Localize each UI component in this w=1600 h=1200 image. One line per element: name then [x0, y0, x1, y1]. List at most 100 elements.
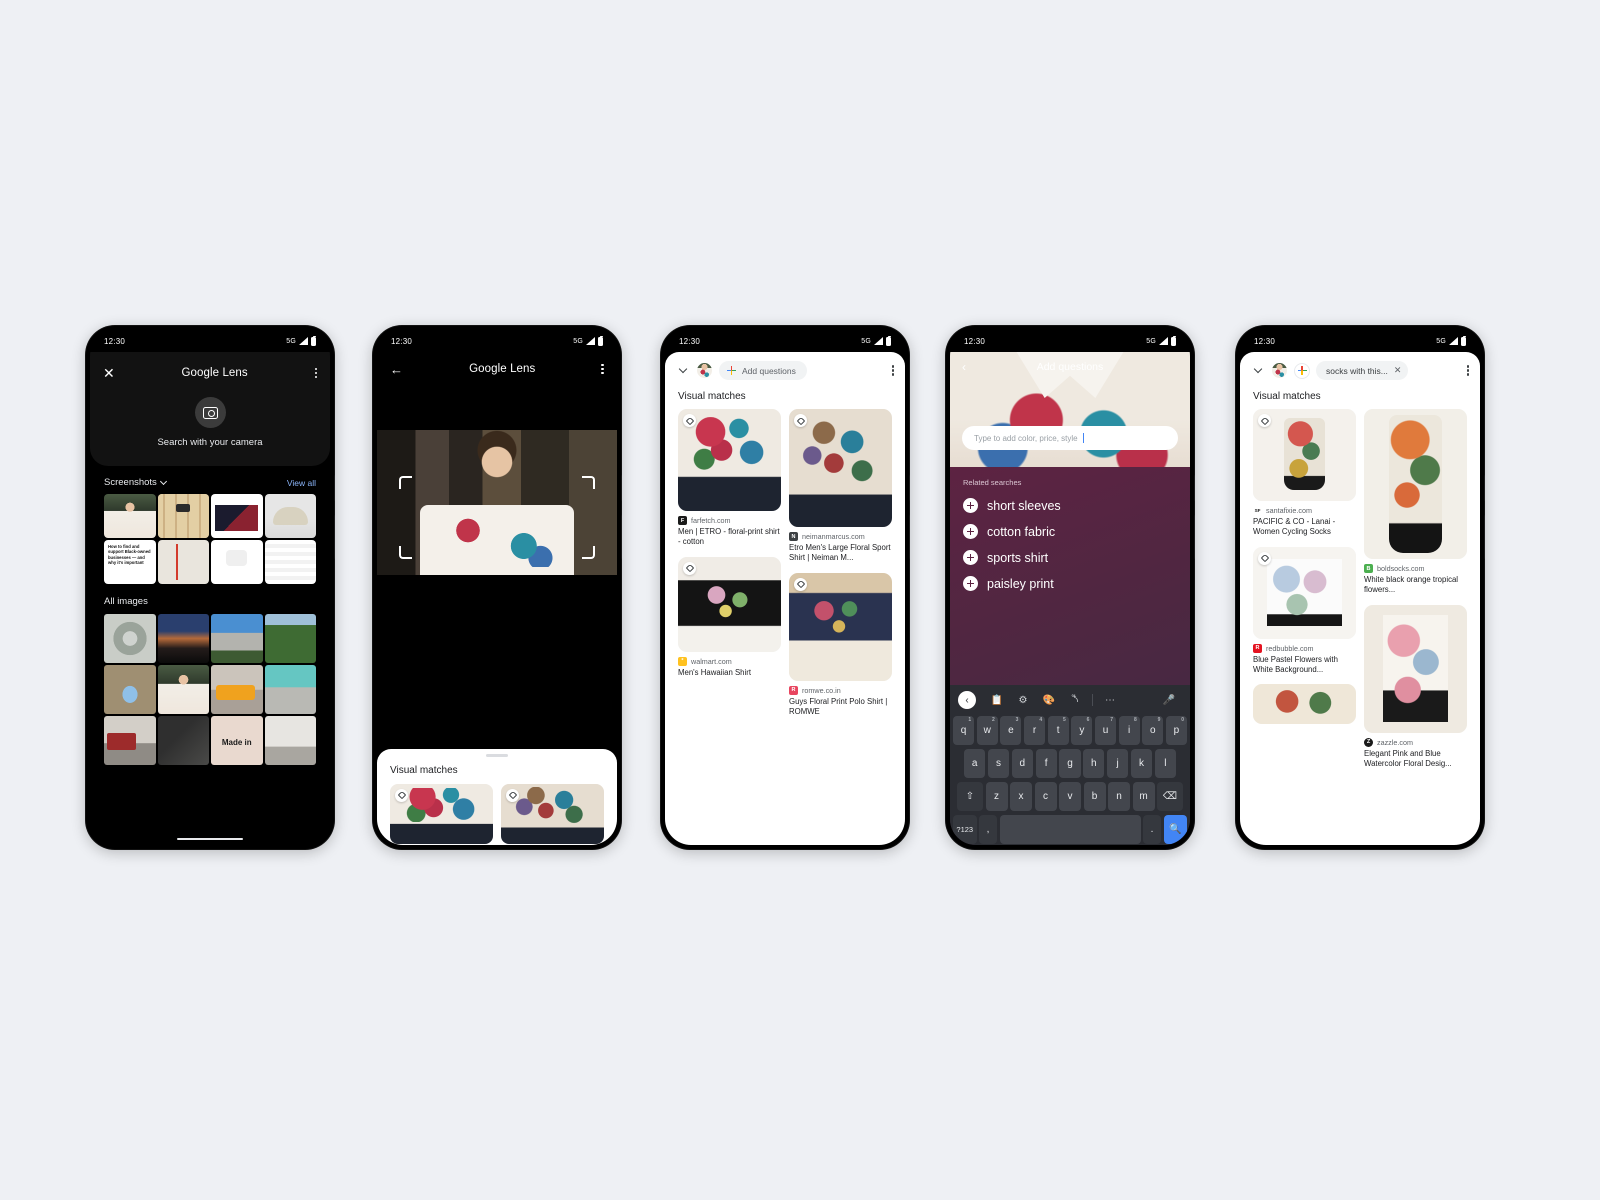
period-key[interactable]: .: [1143, 815, 1161, 844]
result-image[interactable]: [789, 572, 892, 681]
key-g[interactable]: g: [1059, 749, 1081, 778]
source-image-thumbnail[interactable]: [696, 362, 713, 379]
home-indicator[interactable]: [177, 837, 243, 840]
image-thumb-glacier-ice[interactable]: [264, 665, 316, 714]
image-thumb-floral-shirt-portrait[interactable]: [157, 665, 209, 714]
close-icon[interactable]: ✕: [1394, 366, 1402, 375]
result-image[interactable]: [1253, 546, 1356, 639]
result-card[interactable]: R romwe.co.in Guys Floral Print Polo Shi…: [789, 572, 892, 718]
result-title[interactable]: PACIFIC & CO - Lanai - Women Cycling Soc…: [1253, 517, 1356, 538]
key-q[interactable]: 1q: [952, 716, 975, 745]
comma-key[interactable]: ,: [979, 815, 997, 844]
result-title[interactable]: Etro Men's Large Floral Sport Shirt | Ne…: [789, 543, 892, 564]
on-screen-keyboard[interactable]: ‹ 📋 ⚙ 🎨 ⯲ ⋯ 🎤 1q 2w 3e 4r 5t 6y 7 u 8 i …: [950, 685, 1190, 845]
image-thumb-storefront[interactable]: [264, 716, 316, 765]
key-y[interactable]: 6y: [1071, 716, 1093, 745]
result-title[interactable]: White black orange tropical flowers...: [1364, 575, 1467, 596]
microphone-icon[interactable]: 🎤: [1156, 690, 1182, 710]
backspace-icon[interactable]: ⌫: [1157, 782, 1183, 811]
key-n[interactable]: n: [1108, 782, 1130, 811]
key-e[interactable]: 3e: [1000, 716, 1022, 745]
key-s[interactable]: s: [987, 749, 1010, 778]
image-thumb-valley-tree[interactable]: [264, 614, 316, 663]
image-thumb-school-bus[interactable]: [211, 665, 263, 714]
plus-icon[interactable]: [963, 524, 978, 539]
screenshot-thumb-beige-cap[interactable]: [264, 494, 316, 538]
image-thumb-cable-car[interactable]: [104, 716, 156, 765]
key-h[interactable]: h: [1083, 749, 1105, 778]
image-thumb-aerial-city[interactable]: [157, 716, 209, 765]
key-z[interactable]: z: [985, 782, 1008, 811]
product-tag-icon[interactable]: [794, 577, 807, 591]
key-v[interactable]: v: [1059, 782, 1081, 811]
back-arrow-icon[interactable]: ←: [390, 363, 403, 376]
screenshots-filter[interactable]: Screenshots: [104, 477, 167, 488]
chevron-down-icon[interactable]: [1251, 364, 1265, 378]
search-icon[interactable]: 🔍: [1163, 815, 1187, 844]
view-all-link[interactable]: View all: [287, 478, 316, 488]
back-chevron-icon[interactable]: ‹: [962, 360, 966, 374]
result-card[interactable]: SF santafixie.com PACIFIC & CO - Lanai -…: [1253, 409, 1356, 538]
related-search-item[interactable]: sports shirt: [963, 550, 1177, 565]
product-tag-icon[interactable]: [506, 788, 519, 802]
plus-icon[interactable]: [963, 498, 978, 513]
key-l[interactable]: l: [1154, 749, 1176, 778]
question-input[interactable]: Type to add color, price, style: [962, 426, 1178, 450]
result-card[interactable]: F farfetch.com Men | ETRO - floral-print…: [678, 409, 781, 548]
key-m[interactable]: m: [1132, 782, 1155, 811]
key-b[interactable]: b: [1083, 782, 1106, 811]
query-chip[interactable]: socks with this... ✕: [1316, 361, 1409, 380]
key-d[interactable]: d: [1011, 749, 1033, 778]
volume-button[interactable]: [1484, 515, 1485, 559]
source-image-thumbnail[interactable]: [1271, 362, 1288, 379]
key-j[interactable]: j: [1106, 749, 1129, 778]
power-button[interactable]: [621, 475, 622, 501]
product-tag-icon[interactable]: [794, 414, 807, 427]
power-button[interactable]: [1194, 475, 1195, 501]
screenshot-thumb-white-tshirt[interactable]: [211, 540, 263, 584]
camera-search-button[interactable]: [194, 397, 226, 428]
result-image[interactable]: [1364, 409, 1467, 559]
theme-palette-icon[interactable]: 🎨: [1036, 690, 1062, 710]
screenshot-thumb-floral-shirt-man[interactable]: [104, 494, 156, 538]
power-button[interactable]: [909, 475, 910, 501]
result-card[interactable]: R redbubble.com Blue Pastel Flowers with…: [1253, 546, 1356, 676]
key-c[interactable]: c: [1034, 782, 1057, 811]
more-vert-icon[interactable]: [314, 367, 317, 379]
image-thumb-dusk-mountains[interactable]: [157, 614, 209, 663]
result-image[interactable]: [1253, 684, 1356, 725]
screenshot-thumb-plaid-jacket[interactable]: [157, 494, 209, 538]
product-tag-icon[interactable]: [683, 561, 696, 575]
image-thumb-stone-archway[interactable]: [104, 665, 156, 714]
viewfinder-image[interactable]: [377, 430, 617, 575]
result-image[interactable]: [789, 409, 892, 527]
volume-button[interactable]: [334, 515, 335, 559]
key-x[interactable]: x: [1010, 782, 1032, 811]
related-search-item[interactable]: short sleeves: [963, 498, 1177, 513]
collapse-toolbar-icon[interactable]: ‹: [958, 691, 976, 709]
key-f[interactable]: f: [1035, 749, 1057, 778]
volume-button[interactable]: [1194, 515, 1195, 559]
product-tag-icon[interactable]: [1258, 551, 1271, 565]
key-o[interactable]: 9o: [1142, 716, 1164, 745]
result-image[interactable]: [678, 409, 781, 511]
space-key[interactable]: [999, 815, 1141, 844]
result-title[interactable]: Blue Pastel Flowers with White Backgroun…: [1253, 655, 1356, 676]
result-title[interactable]: Men | ETRO - floral-print shirt - cotton: [678, 527, 781, 548]
plus-icon[interactable]: [963, 550, 978, 565]
shift-icon[interactable]: ⇧: [957, 782, 983, 811]
image-thumb-half-dome[interactable]: [211, 614, 263, 663]
more-vert-icon[interactable]: [1466, 365, 1469, 376]
add-question-button[interactable]: [1294, 362, 1310, 379]
key-i[interactable]: 8i: [1118, 716, 1140, 745]
clipboard-icon[interactable]: 📋: [984, 690, 1010, 710]
results-grid[interactable]: SF santafixie.com PACIFIC & CO - Lanai -…: [1240, 402, 1480, 814]
result-card[interactable]: * walmart.com Men's Hawaiian Shirt: [678, 556, 781, 678]
more-options-icon[interactable]: ⋯: [1097, 690, 1123, 710]
more-vert-icon[interactable]: [891, 365, 894, 376]
screenshot-thumb-stock-table[interactable]: [264, 540, 316, 584]
key-t[interactable]: 5t: [1047, 716, 1069, 745]
key-p[interactable]: 0p: [1165, 716, 1188, 745]
power-button[interactable]: [334, 475, 335, 501]
crop-frame[interactable]: [399, 476, 595, 559]
